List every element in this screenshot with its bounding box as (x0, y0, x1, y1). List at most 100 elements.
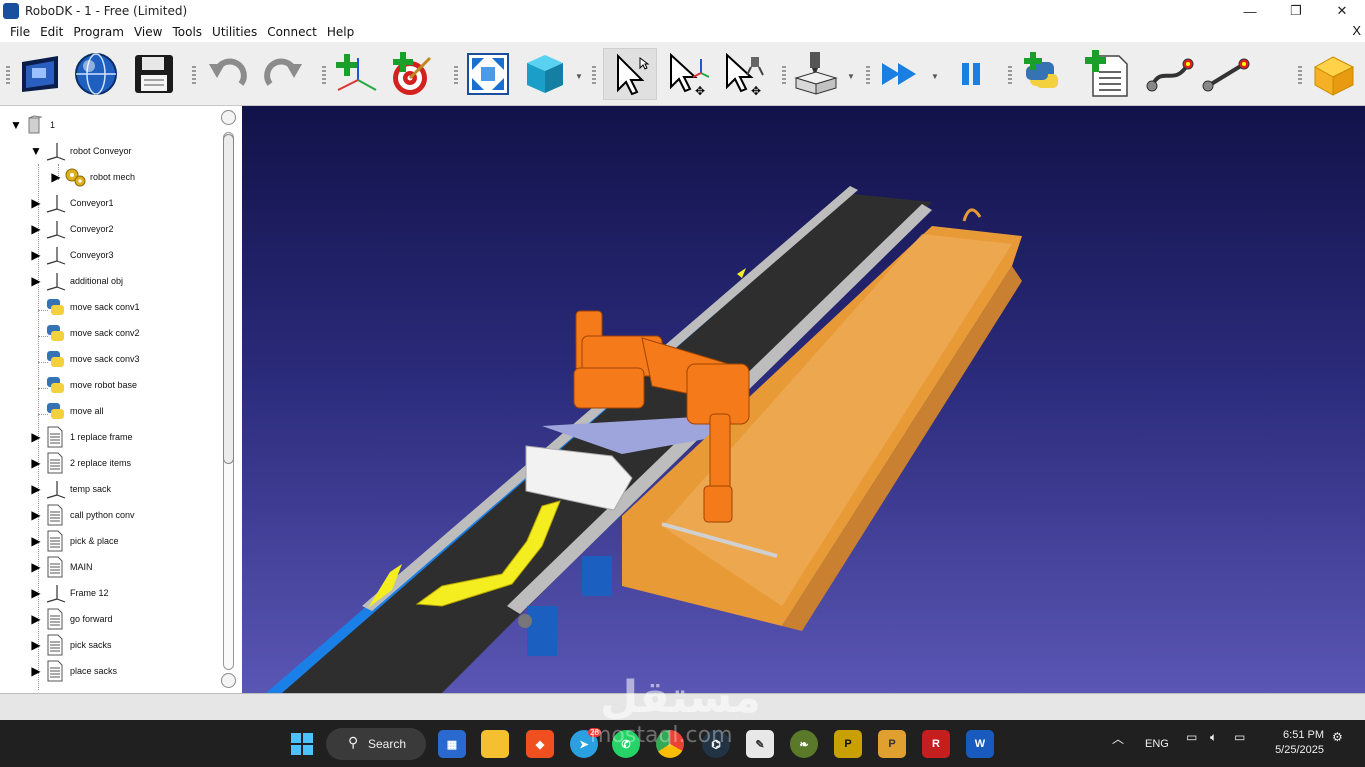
tree-item[interactable]: ▶ robot mech (48, 164, 135, 190)
close-button[interactable]: ✕ (1319, 0, 1365, 22)
widgets-icon[interactable]: ▦ (438, 730, 466, 758)
revit-icon[interactable]: R (922, 730, 950, 758)
word-icon[interactable]: W (966, 730, 994, 758)
expand-arrow-icon[interactable]: ▶ (28, 534, 44, 548)
tree-root[interactable]: ▼ 1 (8, 112, 55, 138)
menu-file[interactable]: File (5, 25, 35, 39)
display-icon[interactable]: ▭ (1186, 730, 1197, 744)
menu-edit[interactable]: Edit (35, 25, 68, 39)
toolbar-grip[interactable] (322, 66, 326, 84)
menu-program[interactable]: Program (68, 25, 129, 39)
toolbar-grip[interactable] (192, 66, 196, 84)
show-hidden-icons-icon[interactable]: ︿ (1112, 730, 1124, 747)
powerpoint-icon[interactable]: P (878, 730, 906, 758)
run-simulation-icon[interactable] (876, 48, 924, 100)
tree-item[interactable]: ▶ Frame 12 (28, 580, 109, 606)
brave-icon[interactable]: ◆ (526, 730, 554, 758)
toolbar-grip[interactable] (592, 66, 596, 84)
expand-arrow-icon[interactable]: ▶ (28, 612, 44, 626)
toolbar-grip[interactable] (1298, 66, 1302, 84)
move-tool-icon[interactable]: ✥ (720, 48, 768, 100)
tree-scrollbar[interactable] (221, 110, 237, 690)
tree-item[interactable]: move robot base (28, 372, 137, 398)
online-library-icon[interactable] (72, 48, 120, 100)
tree-item[interactable]: ▶ 2 replace items (28, 450, 131, 476)
tree-item[interactable]: ▶ pick & place (28, 528, 119, 554)
tree-item[interactable]: move sack conv3 (28, 346, 140, 372)
open-icon[interactable] (16, 48, 64, 100)
tree-item[interactable]: ▶ pick sacks (28, 632, 112, 658)
expand-arrow-icon[interactable]: ▶ (28, 482, 44, 496)
3d-viewport[interactable] (242, 106, 1365, 693)
menu-utilities[interactable]: Utilities (207, 25, 262, 39)
fit-all-icon[interactable] (464, 48, 512, 100)
add-reference-frame-icon[interactable] (332, 48, 380, 100)
add-ons-icon[interactable] (1310, 48, 1358, 100)
expand-arrow-icon[interactable]: ▶ (28, 196, 44, 210)
select-icon[interactable] (603, 48, 657, 100)
windows-start-icon[interactable] (288, 730, 316, 758)
tree-item[interactable]: ▶ temp sack (28, 476, 111, 502)
tree-item[interactable]: ▶ Conveyor3 (28, 242, 114, 268)
tree-item[interactable]: ▶ call python conv (28, 502, 135, 528)
maximize-button[interactable]: ❐ (1273, 0, 1319, 22)
redo-icon[interactable] (260, 48, 308, 100)
sketchup-icon[interactable]: P (834, 730, 862, 758)
tree-item[interactable]: move all (28, 398, 104, 424)
notification-icon[interactable]: ⚙ (1332, 730, 1343, 744)
toolbar-grip[interactable] (454, 66, 458, 84)
expand-arrow-icon[interactable]: ▶ (28, 586, 44, 600)
tree-item[interactable]: ▶ Conveyor2 (28, 216, 114, 242)
expand-arrow-icon[interactable]: ▶ (28, 560, 44, 574)
scroll-thumb[interactable] (223, 134, 234, 464)
expand-arrow-icon[interactable]: ▼ (8, 118, 24, 132)
simulation-dropdown-icon[interactable]: ▼ (931, 72, 939, 81)
pause-icon[interactable] (947, 48, 995, 100)
expand-arrow-icon[interactable]: ▶ (28, 456, 44, 470)
tree-item[interactable]: ▶ place sacks (28, 658, 117, 684)
language-indicator[interactable]: ENG (1145, 738, 1169, 750)
tree-item[interactable]: ▶ 1 replace frame (28, 424, 133, 450)
menu-connect[interactable]: Connect (262, 25, 322, 39)
move-joint-icon[interactable] (1146, 48, 1194, 100)
tree-item[interactable]: ▶ additional obj (28, 268, 123, 294)
expand-arrow-icon[interactable]: ▶ (28, 508, 44, 522)
view-dropdown-icon[interactable]: ▼ (575, 72, 583, 81)
machining-project-icon[interactable] (792, 48, 840, 100)
toolbar-grip[interactable] (1008, 66, 1012, 84)
notepad-icon[interactable]: ✎ (746, 730, 774, 758)
close-document-button[interactable]: X (1352, 23, 1361, 38)
tree-item[interactable]: ▼ robot Conveyor (28, 138, 132, 164)
menu-view[interactable]: View (129, 25, 167, 39)
tree-item[interactable]: move sack conv1 (28, 294, 140, 320)
tree-item[interactable]: ▶ Conveyor1 (28, 190, 114, 216)
tree-item[interactable]: move sack conv2 (28, 320, 140, 346)
add-python-program-icon[interactable] (1018, 48, 1066, 100)
volume-icon[interactable]: 🔈︎ (1210, 730, 1217, 745)
expand-arrow-icon[interactable]: ▶ (48, 170, 64, 184)
tree-item[interactable]: ▶ MAIN (28, 554, 93, 580)
expand-arrow-icon[interactable]: ▶ (28, 248, 44, 262)
add-program-icon[interactable] (1082, 48, 1130, 100)
menu-help[interactable]: Help (322, 25, 359, 39)
machining-dropdown-icon[interactable]: ▼ (847, 72, 855, 81)
expand-arrow-icon[interactable]: ▶ (28, 638, 44, 652)
toolbar-grip[interactable] (866, 66, 870, 84)
scroll-up-button[interactable] (221, 110, 236, 125)
save-icon[interactable] (130, 48, 178, 100)
menu-tools[interactable]: Tools (167, 25, 207, 39)
expand-arrow-icon[interactable]: ▶ (28, 430, 44, 444)
taskbar-search[interactable]: ⚲ Search (326, 728, 426, 760)
expand-arrow-icon[interactable]: ▶ (28, 664, 44, 678)
battery-icon[interactable]: ▭ (1234, 730, 1245, 744)
app-icon[interactable]: ❧ (790, 730, 818, 758)
expand-arrow-icon[interactable]: ▶ (28, 274, 44, 288)
move-linear-icon[interactable] (1202, 48, 1250, 100)
undo-icon[interactable] (203, 48, 251, 100)
add-target-icon[interactable] (388, 48, 436, 100)
toolbar-grip[interactable] (782, 66, 786, 84)
expand-arrow-icon[interactable]: ▶ (28, 222, 44, 236)
scroll-down-button[interactable] (221, 673, 236, 688)
minimize-button[interactable]: — (1227, 0, 1273, 22)
file-explorer-icon[interactable] (481, 730, 509, 758)
